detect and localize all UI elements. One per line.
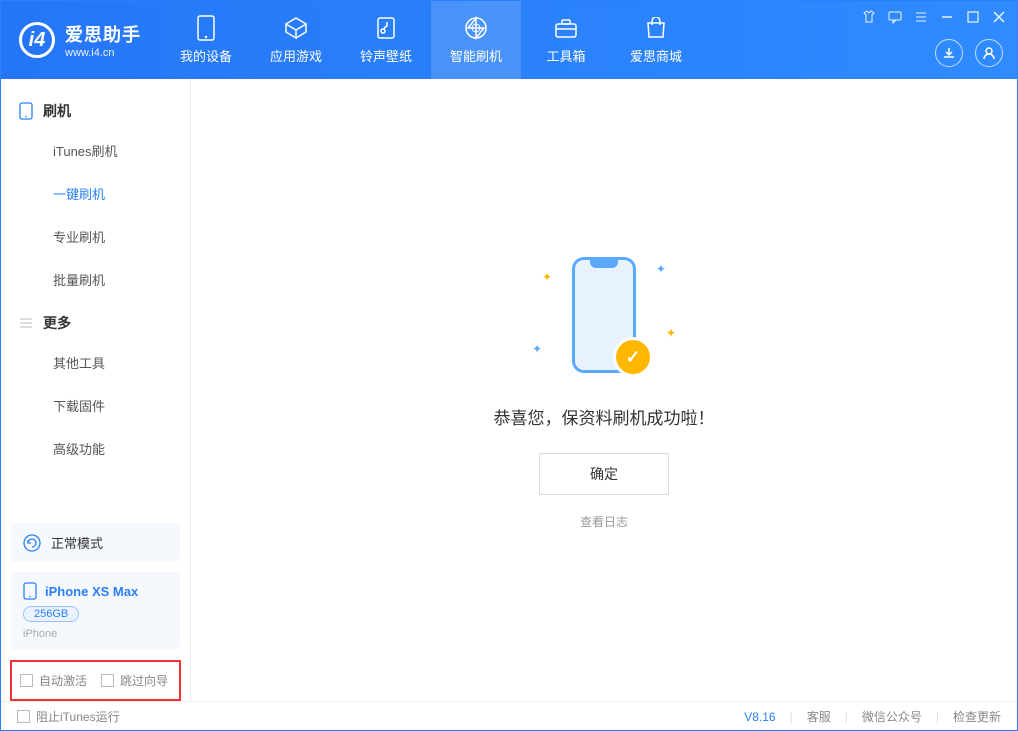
nav-toolbox[interactable]: 工具箱 <box>521 1 611 79</box>
window-controls <box>861 9 1007 25</box>
phone-icon <box>19 102 33 120</box>
checkbox-skip-guide[interactable]: 跳过向导 <box>101 672 168 689</box>
sparkle-icon: ✦ <box>666 326 676 340</box>
footer: 阻止iTunes运行 V8.16 | 客服 | 微信公众号 | 检查更新 <box>1 701 1017 731</box>
nav-store[interactable]: 爱思商城 <box>611 1 701 79</box>
sidebar-item-itunes-flash[interactable]: iTunes刷机 <box>1 129 190 172</box>
list-icon <box>19 316 33 330</box>
ok-button[interactable]: 确定 <box>539 453 669 495</box>
sidebar-section-more: 更多 <box>1 301 190 341</box>
nav-smart-flash[interactable]: 智能刷机 <box>431 1 521 79</box>
nav-my-device[interactable]: 我的设备 <box>161 1 251 79</box>
sidebar-item-download-firmware[interactable]: 下载固件 <box>1 384 190 427</box>
sidebar-item-batch-flash[interactable]: 批量刷机 <box>1 258 190 301</box>
download-button[interactable] <box>935 39 963 67</box>
checkbox-block-itunes[interactable]: 阻止iTunes运行 <box>17 708 120 725</box>
app-url: www.i4.cn <box>65 47 141 59</box>
apps-icon <box>284 16 308 40</box>
device-card[interactable]: iPhone XS Max 256GB iPhone <box>11 572 180 650</box>
checkbox-icon <box>17 710 30 723</box>
device-name: iPhone XS Max <box>45 584 138 599</box>
footer-link-service[interactable]: 客服 <box>807 708 831 725</box>
flash-icon <box>464 16 488 40</box>
device-type-label: iPhone <box>23 628 168 640</box>
main-nav: 我的设备 应用游戏 铃声壁纸 智能刷机 工具箱 爱思商城 <box>161 1 701 79</box>
sparkle-icon: ✦ <box>656 262 666 276</box>
menu-icon[interactable] <box>913 9 929 25</box>
view-log-link[interactable]: 查看日志 <box>580 513 628 530</box>
sidebar-item-advanced[interactable]: 高级功能 <box>1 427 190 470</box>
checkbox-auto-activate[interactable]: 自动激活 <box>20 672 87 689</box>
logo-icon: i4 <box>19 22 55 58</box>
sidebar-item-oneclick-flash[interactable]: 一键刷机 <box>1 172 190 215</box>
main-content: ✦ ✦ ✦ ✦ ✓ 恭喜您，保资料刷机成功啦！ 确定 查看日志 <box>191 79 1017 701</box>
sparkle-icon: ✦ <box>542 270 552 284</box>
feedback-icon[interactable] <box>887 9 903 25</box>
minimize-button[interactable] <box>939 9 955 25</box>
logo[interactable]: i4 爱思助手 www.i4.cn <box>1 21 161 59</box>
phone-icon <box>23 582 37 600</box>
mode-label: 正常模式 <box>51 533 103 552</box>
refresh-icon <box>23 534 41 552</box>
toolbox-icon <box>554 16 578 40</box>
check-badge-icon: ✓ <box>616 340 650 374</box>
sidebar-item-other-tools[interactable]: 其他工具 <box>1 341 190 384</box>
success-message: 恭喜您，保资料刷机成功啦！ <box>494 404 715 429</box>
tshirt-icon[interactable] <box>861 9 877 25</box>
sidebar: 刷机 iTunes刷机 一键刷机 专业刷机 批量刷机 更多 其他工具 下载固件 … <box>1 79 191 701</box>
version-label: V8.16 <box>744 710 775 724</box>
header-actions <box>935 39 1003 67</box>
sidebar-section-flash: 刷机 <box>1 89 190 129</box>
footer-link-update[interactable]: 检查更新 <box>953 708 1001 725</box>
checkbox-icon <box>20 674 33 687</box>
success-illustration: ✦ ✦ ✦ ✦ ✓ <box>524 250 684 380</box>
user-button[interactable] <box>975 39 1003 67</box>
close-button[interactable] <box>991 9 1007 25</box>
device-capacity-badge: 256GB <box>23 606 79 622</box>
store-icon <box>644 16 668 40</box>
mode-card[interactable]: 正常模式 <box>11 523 180 562</box>
sidebar-item-pro-flash[interactable]: 专业刷机 <box>1 215 190 258</box>
ringtone-icon <box>374 16 398 40</box>
nav-apps-games[interactable]: 应用游戏 <box>251 1 341 79</box>
app-title: 爱思助手 <box>65 21 141 47</box>
nav-ringtone-wallpaper[interactable]: 铃声壁纸 <box>341 1 431 79</box>
footer-link-wechat[interactable]: 微信公众号 <box>862 708 922 725</box>
checkbox-icon <box>101 674 114 687</box>
app-header: i4 爱思助手 www.i4.cn 我的设备 应用游戏 铃声壁纸 智能刷机 工具… <box>1 1 1017 79</box>
sparkle-icon: ✦ <box>532 342 542 356</box>
flash-options-highlight: 自动激活 跳过向导 <box>10 660 181 701</box>
maximize-button[interactable] <box>965 9 981 25</box>
device-icon <box>194 16 218 40</box>
